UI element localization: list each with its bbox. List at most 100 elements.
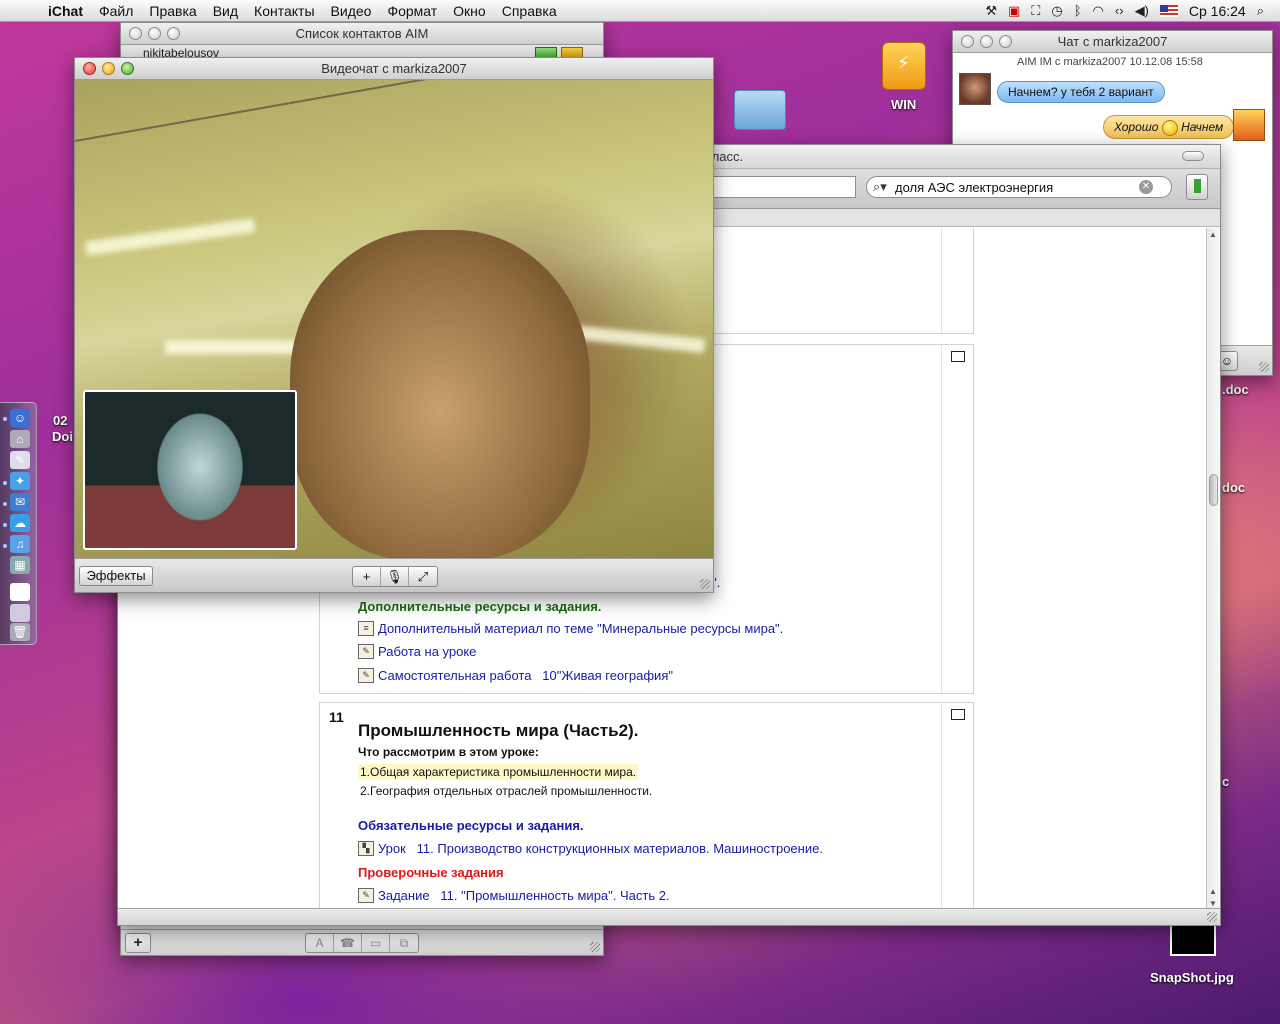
- close-button[interactable]: [83, 62, 96, 75]
- required-resources-heading: Обязательные ресурсы и задания.: [358, 818, 584, 833]
- time-machine-icon[interactable]: ◷: [1051, 3, 1062, 19]
- snapshot-file-label: SnapShot.jpg: [1150, 970, 1234, 985]
- resize-grip[interactable]: [590, 942, 600, 952]
- add-participant-button[interactable]: +: [353, 567, 381, 586]
- menu-help[interactable]: Справка: [494, 3, 565, 19]
- menu-ichat[interactable]: iChat: [42, 3, 91, 19]
- menu-contacts[interactable]: Контакты: [246, 3, 322, 19]
- scrollbar-thumb[interactable]: [1209, 474, 1218, 506]
- topic-point-2: 2.География отдельных отраслей промышлен…: [360, 784, 653, 798]
- menu-video[interactable]: Видео: [323, 3, 380, 19]
- clear-search-icon[interactable]: ✕: [1139, 180, 1153, 194]
- toolbar-toggle-button[interactable]: [1182, 151, 1204, 161]
- search-input[interactable]: [895, 179, 1139, 195]
- zoom-button[interactable]: [999, 35, 1012, 48]
- document-icon[interactable]: [10, 583, 30, 601]
- lesson-link-label[interactable]: Урок 11. Производство конструкционных ма…: [378, 841, 823, 856]
- screen-sharing-icon[interactable]: ⧉: [390, 934, 418, 952]
- resize-grip[interactable]: [1259, 362, 1269, 372]
- volume-icon[interactable]: ◀): [1135, 3, 1149, 19]
- usb-drive-label: WIN: [891, 97, 917, 112]
- zoom-button[interactable]: [121, 62, 134, 75]
- mail-icon[interactable]: ✉: [10, 493, 30, 511]
- document-icon: ≡: [358, 621, 374, 636]
- section-toggle-checkbox[interactable]: [951, 351, 965, 362]
- close-button[interactable]: [961, 35, 974, 48]
- ceiling-cable: [75, 80, 706, 142]
- video-titlebar[interactable]: Видеочат с markiza2007: [75, 58, 713, 80]
- aim-titlebar[interactable]: Список контактов AIM: [121, 23, 603, 45]
- minimize-button[interactable]: [980, 35, 993, 48]
- effects-button[interactable]: Эффекты: [79, 566, 153, 586]
- aim-window-title: Список контактов AIM: [295, 26, 429, 41]
- dock: ☺ ⌂ ✎ ✦ ✉ ☁ ♫ ▦ 🗑: [0, 402, 37, 645]
- spotlight-search-icon[interactable]: ⌕: [1257, 3, 1264, 19]
- smiley-icon: [1161, 119, 1178, 136]
- search-icon[interactable]: ⌕▾: [873, 179, 895, 195]
- menu-edit[interactable]: Правка: [141, 3, 204, 19]
- dock-running-dot: [3, 502, 7, 506]
- fullscreen-button[interactable]: ⤢: [409, 567, 437, 586]
- bluetooth-icon[interactable]: ᛒ: [1074, 3, 1082, 18]
- menu-file[interactable]: Файл: [91, 3, 141, 19]
- menu-clock[interactable]: Ср 16:24: [1189, 3, 1246, 19]
- text-chat-icon[interactable]: A: [306, 934, 334, 952]
- ichat-icon[interactable]: ☁: [10, 514, 30, 532]
- chat-titlebar[interactable]: Чат с markiza2007: [953, 31, 1272, 53]
- wifi-icon[interactable]: ◠: [1093, 3, 1104, 19]
- audio-chat-icon[interactable]: ☎: [334, 934, 362, 952]
- zoom-button[interactable]: [167, 27, 180, 40]
- textedit-icon[interactable]: ✎: [10, 451, 30, 469]
- network-icon[interactable]: ‹›: [1115, 3, 1124, 18]
- bookmark-icon[interactable]: [1186, 174, 1208, 200]
- resource-link-extra-material[interactable]: ≡ Дополнительный материал по теме "Минер…: [358, 621, 783, 636]
- task-link-label[interactable]: Задание 11. "Промышленность мира". Часть…: [378, 888, 670, 903]
- itunes-icon[interactable]: ♫: [10, 535, 30, 553]
- resource-link-independent-work[interactable]: ✎ Самостоятельная работа 10"Живая геогра…: [358, 668, 673, 683]
- documents-stack-icon[interactable]: [10, 604, 30, 622]
- chat-session-info: AIM IM с markiza2007 10.12.08 15:58: [1017, 56, 1203, 68]
- section-toggle-checkbox[interactable]: [951, 709, 965, 720]
- lesson-link[interactable]: ▚ Урок 11. Производство конструкционных …: [358, 841, 823, 856]
- add-buddy-button[interactable]: +: [125, 933, 151, 953]
- usb-drive-icon[interactable]: [882, 42, 926, 90]
- snapshot-file-icon[interactable]: [1170, 922, 1216, 956]
- scroll-down-arrow-icon[interactable]: ▼: [1209, 899, 1217, 908]
- minimize-button[interactable]: [102, 62, 115, 75]
- resize-grip[interactable]: [700, 579, 710, 589]
- tests-heading: Проверочные задания: [358, 865, 504, 880]
- trash-icon[interactable]: 🗑: [10, 623, 30, 641]
- folder-icon[interactable]: [734, 90, 786, 130]
- resize-grip[interactable]: [1207, 912, 1217, 922]
- binoculars-icon[interactable]: ⛶: [1031, 3, 1040, 19]
- outgoing-message: Хорошо Начнем: [1103, 115, 1235, 139]
- mute-microphone-button[interactable]: 🎙: [381, 567, 409, 586]
- video-chat-icon[interactable]: ▭: [362, 934, 390, 952]
- resource-link-label[interactable]: Работа на уроке: [378, 644, 476, 659]
- scroll-up-arrow-icon[interactable]: ▲: [1209, 887, 1217, 896]
- close-button[interactable]: [129, 27, 142, 40]
- menu-format[interactable]: Формат: [379, 3, 445, 19]
- local-video-preview[interactable]: [83, 390, 297, 550]
- video-chat-window: Видеочат с markiza2007 Эффекты + 🎙 ⤢: [74, 57, 714, 593]
- resource-link-class-work[interactable]: ✎ Работа на уроке: [358, 644, 476, 659]
- menu-window[interactable]: Окно: [445, 3, 494, 19]
- script-icon[interactable]: ⚒: [985, 3, 997, 19]
- preview-icon[interactable]: ⌂: [10, 430, 30, 448]
- minimize-button[interactable]: [148, 27, 161, 40]
- search-field[interactable]: ⌕▾ ✕: [866, 176, 1172, 198]
- menu-extras: ⚒ ▣ ⛶ ◷ ᛒ ◠ ‹› ◀) Ср 16:24 ⌕: [985, 3, 1280, 19]
- resource-link-label[interactable]: Самостоятельная работа 10"Живая географи…: [378, 668, 673, 683]
- input-source-flag-icon[interactable]: [1159, 4, 1178, 17]
- my-avatar: [1233, 109, 1265, 141]
- usb-overdrive-icon[interactable]: ▣: [1008, 3, 1020, 19]
- scroll-up-arrow-icon[interactable]: ▲: [1209, 230, 1217, 239]
- task-link[interactable]: ✎ Задание 11. "Промышленность мира". Час…: [358, 888, 670, 903]
- iphoto-icon[interactable]: ▦: [10, 556, 30, 574]
- finder-icon[interactable]: ☺: [10, 409, 30, 427]
- safari-icon[interactable]: ✦: [10, 472, 30, 490]
- vertical-scrollbar[interactable]: ▲ ▲ ▼: [1206, 228, 1220, 910]
- resource-link-label[interactable]: Дополнительный материал по теме "Минерал…: [378, 621, 783, 636]
- menu-view[interactable]: Вид: [205, 3, 246, 19]
- buddy-avatar: [959, 73, 991, 105]
